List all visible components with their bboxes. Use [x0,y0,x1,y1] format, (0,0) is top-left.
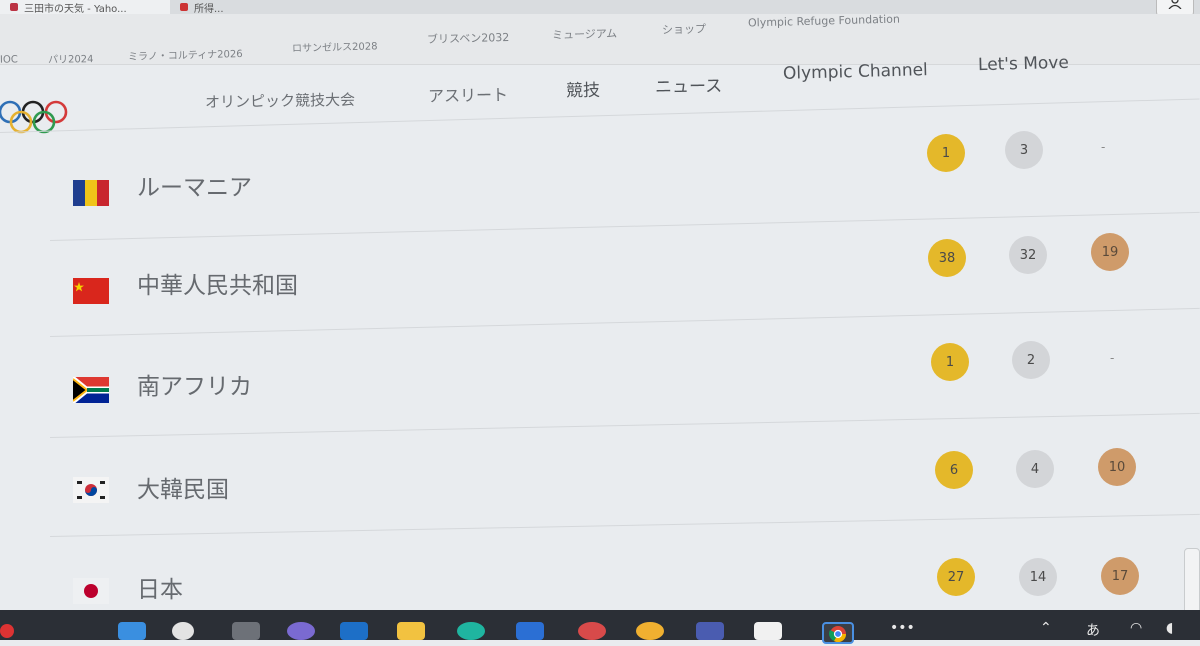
notification-icon[interactable] [0,624,14,638]
bronze-count: 19 [1091,233,1129,271]
chrome-icon[interactable] [822,622,854,644]
volume-icon[interactable]: ◖ [1166,620,1173,636]
more-icon[interactable]: ••• [890,620,915,636]
gold-count: 38 [928,239,966,277]
country-name: 中華人民共和国 [137,273,298,299]
japan-flag-icon [73,578,109,604]
windows-taskbar: ••• ⌃ あ ◠ ◖ [0,610,1200,644]
country-name: ルーマニア [137,175,252,201]
wifi-icon[interactable]: ◠ [1130,620,1142,636]
start-icon[interactable] [118,622,146,640]
app-icon-3[interactable] [696,622,724,640]
chevron-up-icon[interactable]: ⌃ [1040,620,1052,636]
bronze-count: - [1101,140,1106,154]
row-divider [50,412,1200,438]
romania-flag-icon [73,180,109,206]
south-africa-flag-icon [72,375,109,405]
bronze-count: - [1110,351,1115,365]
row-divider [0,98,1200,133]
korea-flag-icon [73,477,109,503]
gold-count: 6 [935,451,973,489]
row-divider [50,513,1200,537]
silver-count: 2 [1012,341,1050,379]
scrollbar-thumb[interactable] [1184,548,1200,614]
chat-icon[interactable] [287,622,315,640]
country-name: 南アフリカ [137,374,252,400]
word-icon[interactable] [516,622,544,640]
cloud-icon[interactable] [754,622,782,640]
file-explorer-icon[interactable] [397,622,425,640]
search-icon[interactable] [172,622,194,640]
bronze-count: 10 [1098,448,1136,486]
bronze-count: 17 [1101,557,1139,595]
gold-count: 27 [937,558,975,596]
task-view-icon[interactable] [232,622,260,640]
app-icon-2[interactable] [636,622,664,640]
silver-count: 4 [1016,450,1054,488]
ime-icon[interactable]: あ [1086,620,1100,640]
gold-count: 1 [927,134,965,172]
edge-icon[interactable] [457,622,485,640]
outlook-icon[interactable] [340,622,368,640]
country-name: 日本 [137,577,183,603]
country-name: 大韓民国 [137,477,229,503]
medal-table: ルーマニア 1 3 - 中華人民共和国 38 32 19 南アフリカ 1 2 - [0,0,1200,610]
silver-count: 3 [1005,131,1043,169]
row-divider [50,307,1200,337]
china-flag-icon [73,278,109,304]
gold-count: 1 [931,343,969,381]
silver-count: 14 [1019,558,1057,596]
app-icon[interactable] [578,622,606,640]
silver-count: 32 [1009,236,1047,274]
